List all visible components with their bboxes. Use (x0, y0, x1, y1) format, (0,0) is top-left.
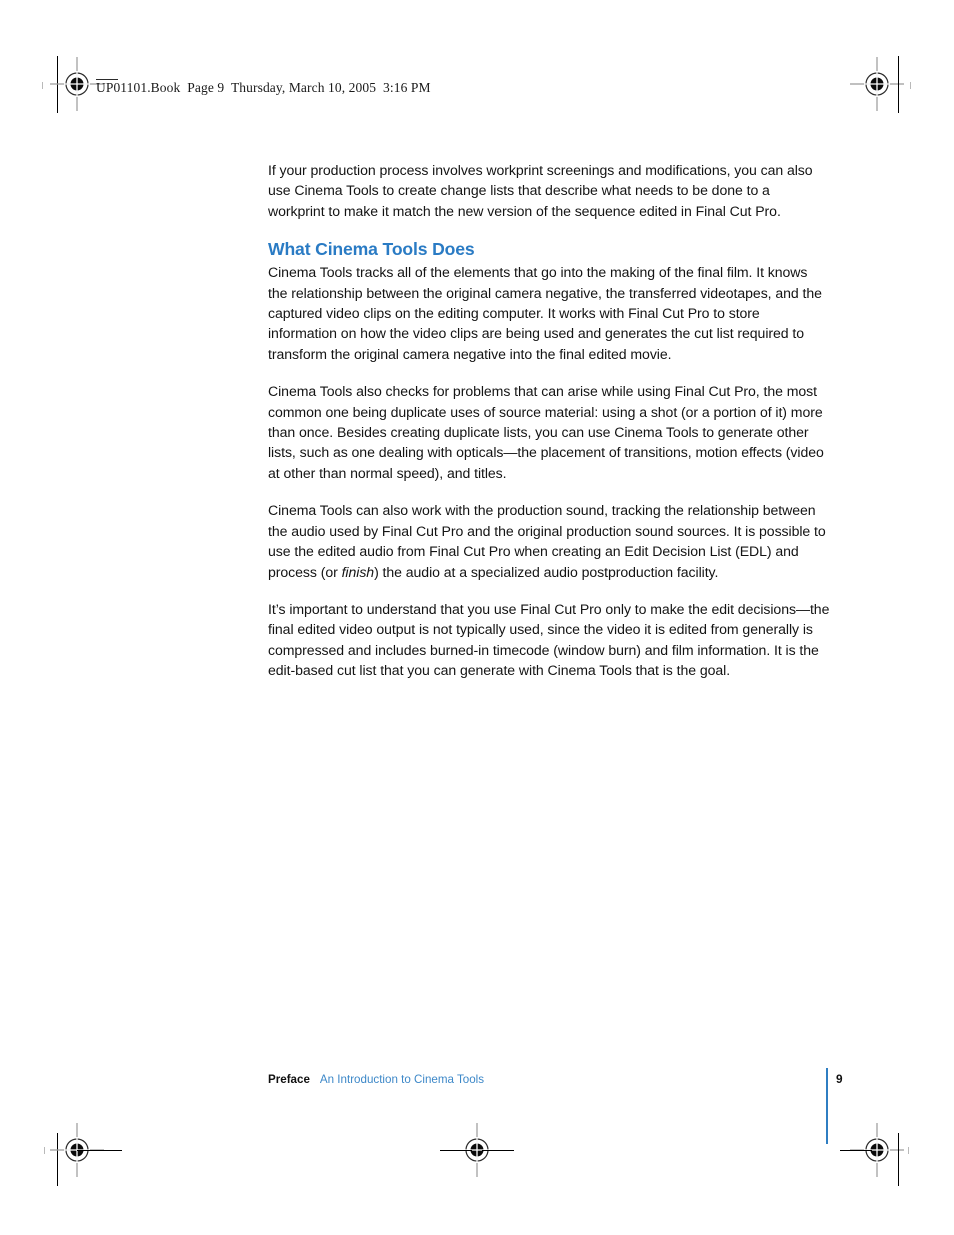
registration-mark-top-right (850, 57, 904, 111)
crop-line-bottom-left-vertical (57, 1133, 58, 1186)
page-number: 9 (836, 1072, 843, 1086)
trim-tick-top-right (910, 82, 911, 89)
paragraph-3-text-after-italic: ) the audio at a specialized audio postp… (374, 563, 719, 580)
paragraph-2: Cinema Tools also checks for problems th… (268, 383, 824, 481)
trim-tick-bottom-left (44, 1147, 45, 1154)
paragraph-1: Cinema Tools tracks all of the elements … (268, 264, 822, 362)
paragraph-3-italic-term: finish (341, 563, 375, 580)
crop-line-bottom-center-right (482, 1150, 514, 1151)
trim-tick-top-left (42, 82, 43, 89)
crop-line-top-right-vertical (898, 56, 899, 113)
footer: Preface An Introduction to Cinema Tools (268, 1072, 868, 1087)
crop-line-bottom-right-horizontal (840, 1150, 872, 1151)
crop-line-top-left-vertical (57, 56, 58, 113)
footer-chapter-title: An Introduction to Cinema Tools (319, 1073, 485, 1086)
paragraph-4: It’s important to understand that you us… (268, 600, 830, 679)
crop-line-bottom-center-left (440, 1150, 472, 1151)
footer-vertical-rule (826, 1068, 828, 1144)
intro-paragraph: If your production process involves work… (268, 162, 813, 219)
crop-line-bottom-left-horizontal (77, 1150, 122, 1151)
running-header-text: UP01101.Book Page 9 Thursday, March 10, … (96, 80, 431, 95)
trim-tick-bottom-right (908, 1147, 909, 1154)
text-column: If your production process involves work… (268, 160, 830, 681)
section-heading-what-cinema-tools-does: What Cinema Tools Does (268, 239, 475, 260)
paragraph-3: Cinema Tools can also work with the prod… (268, 500, 830, 582)
crop-line-bottom-right-vertical (898, 1133, 899, 1186)
footer-chapter-word: Preface (268, 1073, 310, 1086)
